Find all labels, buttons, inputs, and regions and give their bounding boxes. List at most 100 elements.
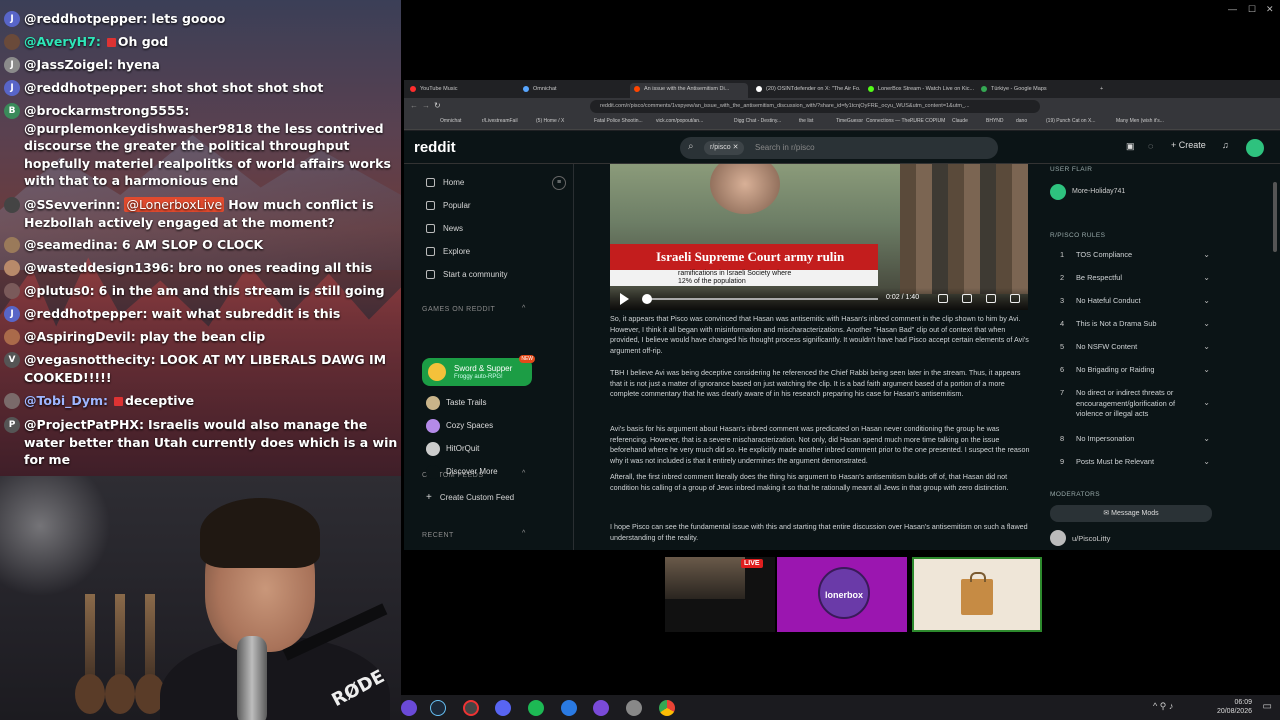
chat-icon[interactable]: ◌ xyxy=(1148,141,1153,151)
forward-icon[interactable]: → xyxy=(422,101,430,110)
captions-icon[interactable] xyxy=(938,294,948,303)
chrome-icon[interactable] xyxy=(659,700,675,716)
create-custom-feed[interactable]: + Create Custom Feed xyxy=(426,492,514,503)
bookmark-item[interactable]: Claude xyxy=(952,118,968,124)
live-thumbnail[interactable]: LIVE xyxy=(665,557,775,632)
featured-game[interactable]: Sword & Supper Froggy auto-RPG! NEW xyxy=(422,355,535,386)
chat-username[interactable]: @reddhotpepper: xyxy=(24,11,147,26)
chat-mention[interactable]: @LonerboxLive xyxy=(124,197,225,212)
chat-username[interactable]: @Tobi_Dym: xyxy=(24,393,108,408)
rule-item[interactable]: 3 No Hateful Conduct ⌄ xyxy=(1060,296,1210,307)
ads-icon[interactable]: ▣ xyxy=(1126,141,1135,152)
shopping-thumbnail[interactable] xyxy=(912,557,1042,632)
back-icon[interactable]: ← xyxy=(410,101,418,110)
rule-item[interactable]: 6 No Brigading or Raiding ⌄ xyxy=(1060,365,1210,376)
app-icon[interactable] xyxy=(401,700,417,716)
seek-handle[interactable] xyxy=(642,294,652,304)
bookmark-item[interactable]: PURE COPIUM xyxy=(910,118,945,124)
avatar[interactable] xyxy=(1246,139,1264,157)
bookmark-item[interactable]: vick.com/popout/an... xyxy=(656,118,703,124)
app-icon[interactable] xyxy=(593,700,609,716)
game-item[interactable]: HitOrQuit xyxy=(426,442,479,456)
bookmark-item[interactable]: Many Men (wish it's... xyxy=(1116,118,1164,124)
chevron-up-icon[interactable]: ^ xyxy=(522,530,525,537)
app-icon[interactable] xyxy=(626,700,642,716)
browser-tab[interactable]: (20) OSINTdefender on X: "The Air Fo... xyxy=(752,83,860,98)
settings-icon[interactable] xyxy=(962,294,972,303)
chevron-down-icon[interactable]: ⌄ xyxy=(1203,365,1210,376)
bookmark-item[interactable]: BHYND xyxy=(986,118,1004,124)
obs-icon[interactable] xyxy=(463,700,479,716)
game-item[interactable]: Taste Trails xyxy=(426,396,486,410)
nav-item-explore[interactable]: Explore xyxy=(426,247,470,257)
address-bar[interactable]: reddit.com/r/pisco/comments/1vspyew/an_i… xyxy=(590,100,1040,113)
rule-item[interactable]: 5 No NSFW Content ⌄ xyxy=(1060,342,1210,353)
bookmark-item[interactable]: Omnichat xyxy=(440,118,461,124)
create-button[interactable]: + Create xyxy=(1171,140,1206,150)
lonerbox-thumbnail[interactable]: lonerbox xyxy=(777,557,907,632)
chat-username[interactable]: @JassZoigel: xyxy=(24,57,113,72)
new-tab-button[interactable]: + xyxy=(1086,83,1103,98)
nav-item-popular[interactable]: Popular xyxy=(426,201,471,211)
nav-item-start-a-community[interactable]: Start a community xyxy=(426,270,507,280)
chat-username[interactable]: @vegasnotthecity: xyxy=(24,352,156,367)
chat-username[interactable]: @brockarmstrong5555: xyxy=(24,103,189,118)
bookmark-item[interactable]: dano xyxy=(1016,118,1027,124)
search-bar[interactable]: ⌕ r/pisco ✕ Search in r/pisco xyxy=(680,137,998,159)
bookmark-item[interactable]: Digg Chat - Destiny... xyxy=(734,118,781,124)
chat-username[interactable]: @AspiringDevil: xyxy=(24,329,136,344)
chat-username[interactable]: @reddhotpepper: xyxy=(24,80,147,95)
browser-tab[interactable]: LonerBox Stream - Watch Live on Kic... xyxy=(864,83,974,98)
chat-username[interactable]: @plutus0: xyxy=(24,283,95,298)
bookmark-item[interactable]: r/LivestreamFail xyxy=(482,118,518,124)
chat-username[interactable]: @AveryH7: xyxy=(24,34,101,49)
rule-item[interactable]: 8 No Impersonation ⌄ xyxy=(1060,434,1210,445)
chevron-down-icon[interactable]: ⌄ xyxy=(1203,434,1210,445)
chevron-down-icon[interactable]: ⌄ xyxy=(1203,296,1210,307)
chevron-down-icon[interactable]: ⌄ xyxy=(1203,342,1210,353)
chat-username[interactable]: @reddhotpepper: xyxy=(24,306,147,321)
maximize-icon[interactable]: ☐ xyxy=(1248,4,1256,15)
bookmark-item[interactable]: the list xyxy=(799,118,813,124)
browser-tab[interactable]: An issue with the Antisemitism Di... xyxy=(630,83,748,98)
rule-item[interactable]: 4 This is Not a Drama Sub ⌄ xyxy=(1060,319,1210,330)
chevron-down-icon[interactable]: ⌄ xyxy=(1203,250,1210,261)
chevron-down-icon[interactable]: ⌄ xyxy=(1203,398,1210,409)
fullscreen-icon[interactable] xyxy=(986,294,996,303)
menu-icon[interactable]: ≡ xyxy=(552,176,566,190)
scrollbar-thumb[interactable] xyxy=(1273,182,1277,252)
rule-item[interactable]: 9 Posts Must be Relevant ⌄ xyxy=(1060,457,1210,468)
chat-username[interactable]: @wasteddesign1396: xyxy=(24,260,174,275)
bookmark-item[interactable]: (5) Home / X xyxy=(536,118,564,124)
video-player[interactable]: Israeli Supreme Court army rulin ramific… xyxy=(610,164,1028,310)
chevron-up-icon[interactable]: ^ xyxy=(522,305,525,312)
chevron-down-icon[interactable]: ⌄ xyxy=(1203,273,1210,284)
spotify-icon[interactable] xyxy=(528,700,544,716)
play-icon[interactable] xyxy=(620,293,629,305)
user-flair[interactable]: More-Holiday741 xyxy=(1072,188,1125,195)
rule-item[interactable]: 2 Be Respectful ⌄ xyxy=(1060,273,1210,284)
chevron-down-icon[interactable]: ⌄ xyxy=(1203,457,1210,468)
app-icon[interactable] xyxy=(561,700,577,716)
bookmark-item[interactable]: (19) Punch Cat on X... xyxy=(1046,118,1095,124)
bookmark-item[interactable]: Fatal Police Shootin... xyxy=(594,118,643,124)
seek-bar[interactable] xyxy=(648,298,878,300)
reload-icon[interactable]: ↻ xyxy=(434,101,441,110)
nav-item-home[interactable]: Home xyxy=(426,178,464,188)
subreddit-chip[interactable]: r/pisco ✕ xyxy=(704,141,745,155)
chat-username[interactable]: @seamedina: xyxy=(24,237,118,252)
notification-icon[interactable]: ▭ xyxy=(1263,701,1272,712)
discord-icon[interactable] xyxy=(495,700,511,716)
steam-icon[interactable] xyxy=(430,700,446,716)
close-icon[interactable]: ✕ xyxy=(1266,4,1274,15)
nav-item-news[interactable]: News xyxy=(426,224,463,234)
bell-icon[interactable]: ♫ xyxy=(1222,140,1229,150)
browser-tab[interactable]: Türkiye - Google Maps xyxy=(977,83,1085,98)
game-item[interactable]: Discover More xyxy=(426,465,498,479)
scrollbar[interactable] xyxy=(1272,164,1278,550)
browser-tab[interactable]: Omnichat xyxy=(519,83,627,98)
bookmark-item[interactable]: Connections — The... xyxy=(866,118,914,124)
reddit-logo[interactable]: reddit xyxy=(414,139,456,156)
minimize-icon[interactable]: — xyxy=(1228,4,1237,14)
rule-item[interactable]: 1 TOS Compliance ⌄ xyxy=(1060,250,1210,261)
